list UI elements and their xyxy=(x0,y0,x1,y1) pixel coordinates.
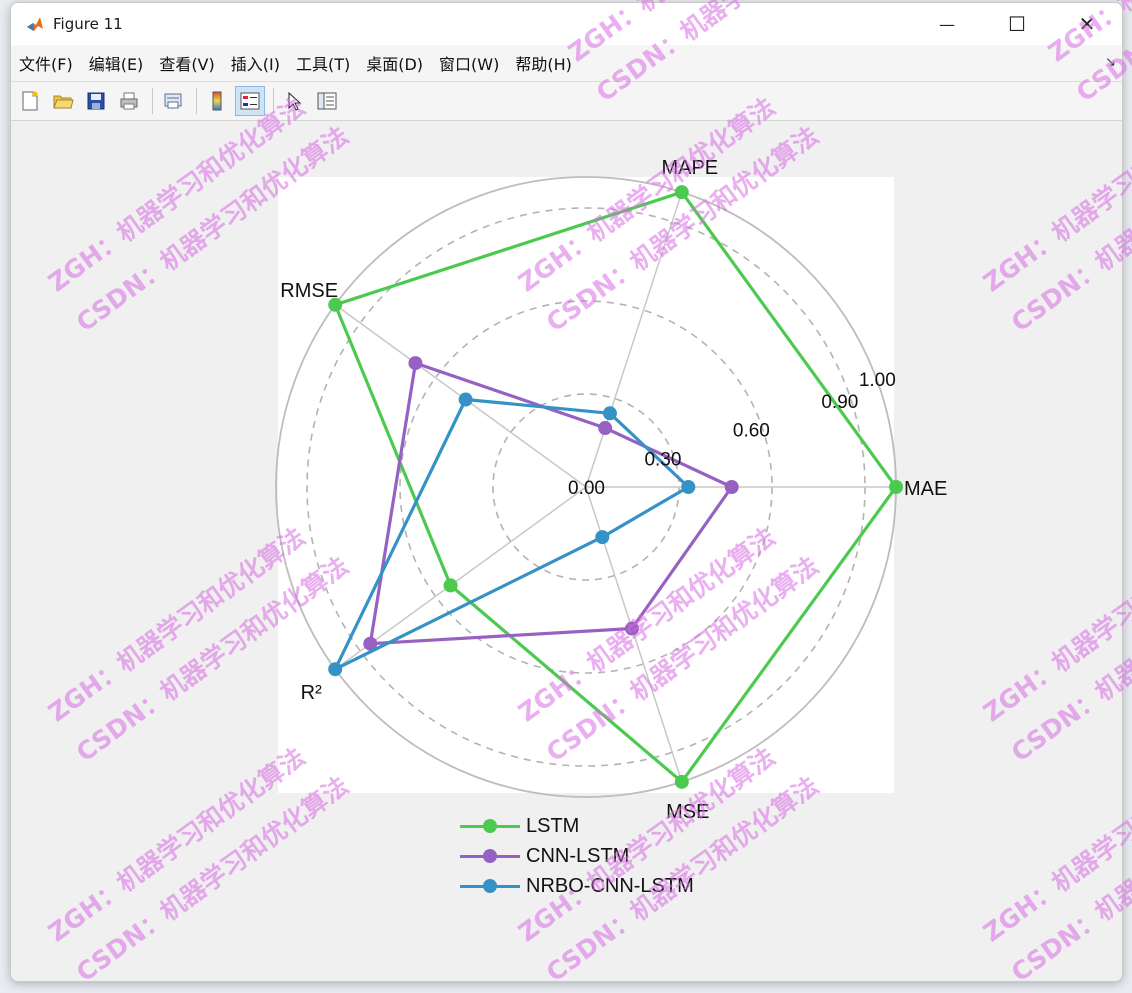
data-point xyxy=(724,480,739,494)
legend-button[interactable] xyxy=(235,86,265,116)
window-title: Figure 11 xyxy=(53,15,123,33)
axis-label: R² xyxy=(301,682,322,704)
data-point xyxy=(889,480,903,494)
axis-label: RMSE xyxy=(280,280,338,302)
menu-tools[interactable]: 工具(T) xyxy=(288,51,358,75)
tick-label: 0.30 xyxy=(644,449,681,470)
colorbar-button[interactable] xyxy=(202,86,232,116)
data-point xyxy=(595,530,610,545)
tick-label: 0.00 xyxy=(568,478,605,499)
open-button[interactable] xyxy=(48,86,78,116)
property-editor-icon xyxy=(317,92,337,110)
legend-marker-nrbo-cnn-lstm xyxy=(460,879,520,893)
data-point xyxy=(681,480,696,494)
legend: LSTM CNN-LSTM NRBO-CNN-LSTM xyxy=(460,811,720,901)
data-point xyxy=(674,185,689,200)
menu-bar: 文件(F) 编辑(E) 查看(V) 插入(I) 工具(T) 桌面(D) 窗口(W… xyxy=(11,45,1122,82)
menu-insert[interactable]: 插入(I) xyxy=(223,51,288,75)
pointer-button[interactable] xyxy=(279,86,309,116)
axis-label: MAE xyxy=(904,478,947,500)
toolbar-separator xyxy=(196,88,197,114)
data-point xyxy=(443,578,458,593)
print-button[interactable] xyxy=(114,86,144,116)
property-editor-button[interactable] xyxy=(312,86,342,116)
print-icon xyxy=(120,92,138,110)
data-point xyxy=(674,774,689,789)
print-preview-icon xyxy=(164,93,182,109)
tick-label: 1.00 xyxy=(859,370,896,391)
legend-label-cnn-lstm: CNN-LSTM xyxy=(526,844,630,867)
legend-label-lstm: LSTM xyxy=(526,814,580,837)
legend-item-lstm: LSTM xyxy=(460,811,720,841)
axis-label: MAPE xyxy=(661,157,718,179)
data-point xyxy=(602,406,617,421)
legend-marker-lstm xyxy=(460,819,520,833)
open-folder-icon xyxy=(53,95,74,109)
toolbar-separator xyxy=(273,88,274,114)
close-icon: ✕ xyxy=(1078,12,1096,36)
legend-item-cnn-lstm: CNN-LSTM xyxy=(460,841,720,871)
new-figure-button[interactable] xyxy=(15,86,45,116)
legend-item-nrbo-cnn-lstm: NRBO-CNN-LSTM xyxy=(460,871,720,901)
new-figure-icon xyxy=(22,91,38,111)
figure-window: Figure 11 — ☐ ✕ 文件(F) 编辑(E) 查看(V) 插入(I) … xyxy=(10,2,1123,982)
minimize-icon: — xyxy=(939,14,955,34)
pointer-icon xyxy=(288,91,302,111)
dock-arrow-icon[interactable]: ↘ xyxy=(1105,55,1116,70)
menu-edit[interactable]: 编辑(E) xyxy=(81,51,152,75)
data-point xyxy=(598,421,613,436)
maximize-button[interactable]: ☐ xyxy=(982,3,1052,45)
data-point xyxy=(408,356,423,371)
matlab-logo-icon xyxy=(25,14,45,34)
close-button[interactable]: ✕ xyxy=(1052,3,1122,45)
data-point xyxy=(458,392,473,407)
figure-toolbar xyxy=(11,82,1122,121)
tick-label: 0.60 xyxy=(733,421,770,442)
tick-label: 0.90 xyxy=(821,392,858,413)
menu-file[interactable]: 文件(F) xyxy=(11,51,81,75)
data-point xyxy=(328,662,343,677)
figure-canvas: 0.00 0.30 0.60 0.90 1.00 MAE MAPE RMSE R² MSE LST… xyxy=(11,121,1122,981)
maximize-icon: ☐ xyxy=(1008,12,1026,36)
legend-marker-cnn-lstm xyxy=(460,849,520,863)
toolbar-separator xyxy=(152,88,153,114)
legend-icon xyxy=(240,92,260,110)
title-bar: Figure 11 — ☐ ✕ xyxy=(11,3,1122,45)
minimize-button[interactable]: — xyxy=(912,3,982,45)
menu-view[interactable]: 查看(V) xyxy=(151,51,222,75)
menu-help[interactable]: 帮助(H) xyxy=(507,51,580,75)
menu-desktop[interactable]: 桌面(D) xyxy=(358,51,431,75)
save-icon xyxy=(87,92,105,110)
save-button[interactable] xyxy=(81,86,111,116)
data-point xyxy=(624,621,639,636)
legend-label-nrbo-cnn-lstm: NRBO-CNN-LSTM xyxy=(526,874,694,897)
print-preview-button[interactable] xyxy=(158,86,188,116)
menu-window[interactable]: 窗口(W) xyxy=(431,51,507,75)
colorbar-icon xyxy=(212,91,222,111)
